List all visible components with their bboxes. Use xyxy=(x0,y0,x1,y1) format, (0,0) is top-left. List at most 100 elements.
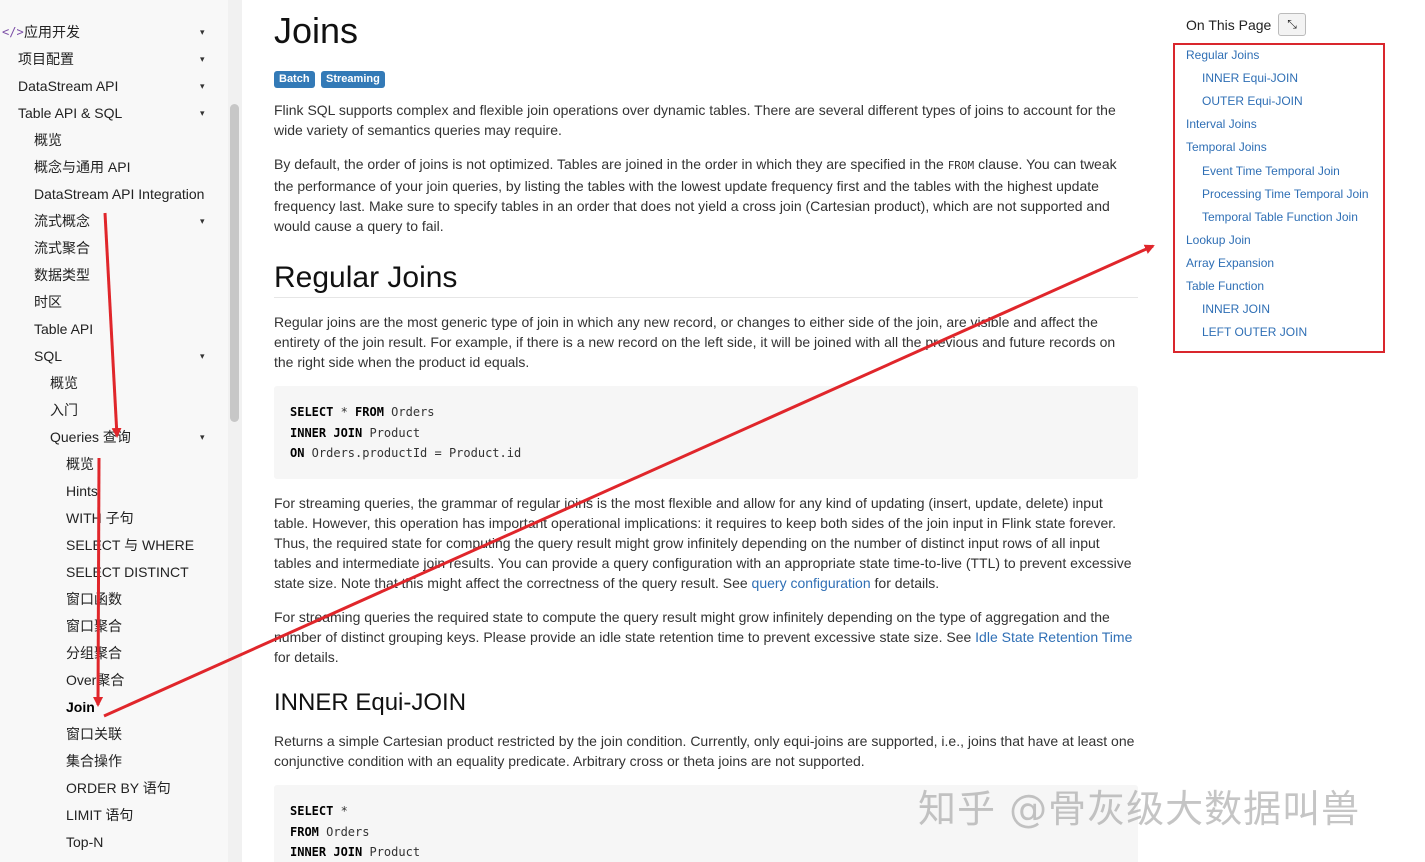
code-line: INNER JOIN Product xyxy=(290,845,421,859)
chevron-down-icon[interactable]: ▾ xyxy=(200,424,205,451)
idle-state-retention-link[interactable]: Idle State Retention Time xyxy=(975,629,1132,645)
toc-collapse-toggle[interactable]: ⤡ xyxy=(1278,13,1306,36)
sidebar-item[interactable]: SQL ▾ xyxy=(0,343,228,370)
sidebar-item[interactable]: 窗口关联 xyxy=(0,721,228,748)
sidebar-item-label: ORDER BY 语句 xyxy=(66,780,171,796)
sidebar-item-label: LIMIT 语句 xyxy=(66,807,134,823)
sidebar-item-label: 窗口关联 xyxy=(66,726,122,742)
toc-link[interactable]: INNER JOIN xyxy=(1202,301,1270,317)
sidebar-nav: </> 应用开发 ▾ 项目配置 ▾ DataStream API ▾ Table API & … xyxy=(0,0,228,862)
intro-paragraph-1: Flink SQL supports complex and flexible … xyxy=(274,102,1116,138)
toc-link[interactable]: Temporal Joins xyxy=(1186,139,1267,155)
inner-equi-join-paragraph: Returns a simple Cartesian product restr… xyxy=(274,733,1135,769)
toc-link[interactable]: Array Expansion xyxy=(1186,255,1274,271)
main-content: Joins Batch Streaming Flink SQL supports… xyxy=(274,0,1140,862)
toc-link[interactable]: Event Time Temporal Join xyxy=(1202,163,1340,179)
sidebar-item-label: 概览 xyxy=(66,456,94,472)
sidebar-item[interactable]: 概览 xyxy=(0,451,228,478)
sidebar-item[interactable]: Over聚合 xyxy=(0,667,228,694)
chevron-down-icon[interactable]: ▾ xyxy=(200,46,205,73)
toc-link[interactable]: Temporal Table Function Join xyxy=(1202,209,1358,225)
sidebar-item-label: Join xyxy=(66,699,95,715)
toc-link[interactable]: INNER Equi-JOIN xyxy=(1202,70,1298,86)
sidebar-item[interactable]: 概念与通用 API xyxy=(0,154,228,181)
sidebar-item[interactable]: 分组聚合 xyxy=(0,640,228,667)
regular-p3-text-b: for details. xyxy=(274,649,339,665)
streaming-badge: Streaming xyxy=(321,71,385,88)
watermark: 知乎 @骨灰级大数据叫兽 xyxy=(918,787,1361,831)
sidebar-item[interactable]: LIMIT 语句 xyxy=(0,802,228,829)
sidebar-item[interactable]: 窗口聚合 xyxy=(0,613,228,640)
sidebar-item-label: DataStream API Integration xyxy=(34,186,205,202)
sidebar-item[interactable]: Hints xyxy=(0,478,228,505)
sidebar-item[interactable]: 概览 xyxy=(0,370,228,397)
sidebar-item[interactable]: 窗口函数 xyxy=(0,586,228,613)
code-line: FROM Orders xyxy=(290,824,370,839)
intro-paragraph-2: By default, the order of joins is not op… xyxy=(274,154,1138,236)
toc-link[interactable]: Lookup Join xyxy=(1186,232,1251,248)
sidebar-item[interactable]: Table API xyxy=(0,316,228,343)
code-block-regular-join: SELECT * FROM Orders INNER JOIN Product … xyxy=(274,386,1138,479)
sidebar-item-label: DataStream API xyxy=(18,78,119,94)
chevron-down-icon[interactable]: ▾ xyxy=(200,19,205,46)
sidebar-item-label: Queries 查询 xyxy=(50,429,131,445)
toc-link[interactable]: Interval Joins xyxy=(1186,116,1257,132)
from-code: FROM xyxy=(947,159,975,172)
sidebar-item[interactable]: 流式概念 ▾ xyxy=(0,208,228,235)
sidebar-item-label: SELECT 与 WHERE xyxy=(66,537,195,553)
chevron-down-icon[interactable]: ▾ xyxy=(200,73,205,100)
sidebar-item[interactable]: 入门 xyxy=(0,397,228,424)
sidebar-item-label: 项目配置 xyxy=(18,51,74,67)
code-line: ON Orders.productId = Product.id xyxy=(290,446,522,460)
toc-link[interactable]: Regular Joins xyxy=(1186,47,1259,63)
toc-link[interactable]: OUTER Equi-JOIN xyxy=(1202,93,1303,109)
code-icon: </> xyxy=(2,25,24,39)
sidebar-item-label: 集合操作 xyxy=(66,753,122,769)
sidebar-item[interactable]: 项目配置 ▾ xyxy=(0,46,228,73)
sidebar-scrollbar-thumb[interactable] xyxy=(230,104,239,422)
sidebar-item-label: Top-N xyxy=(66,834,104,850)
sidebar-item[interactable]: Join xyxy=(0,694,228,721)
sidebar-item[interactable]: Table API & SQL ▾ xyxy=(0,100,228,127)
toc-title: On This Page xyxy=(1186,17,1272,33)
sidebar-item[interactable]: SELECT 与 WHERE xyxy=(0,532,228,559)
sidebar-item[interactable]: DataStream API ▾ xyxy=(0,73,228,100)
regular-p2-text-b: for details. xyxy=(870,575,940,591)
sidebar-item-label: SELECT DISTINCT xyxy=(66,564,189,580)
code-line: SELECT * xyxy=(290,804,348,818)
sidebar-item[interactable]: Queries 查询 ▾ xyxy=(0,424,228,451)
sidebar-item-label: Hints xyxy=(66,483,98,499)
sidebar-item[interactable]: WITH 子句 xyxy=(0,505,228,532)
sidebar-item[interactable]: SELECT DISTINCT xyxy=(0,559,228,586)
sidebar-item-label: 数据类型 xyxy=(34,267,90,283)
regular-joins-paragraph-1: Regular joins are the most generic type … xyxy=(274,314,1116,370)
sidebar-item[interactable]: 集合操作 xyxy=(0,748,228,775)
sidebar-item[interactable]: Top-N xyxy=(0,829,228,856)
inner-equi-join-heading: INNER Equi-JOIN xyxy=(274,689,467,716)
intro-text-a: By default, the order of joins is not op… xyxy=(274,156,948,172)
sidebar-item[interactable]: 流式聚合 xyxy=(0,235,228,262)
sidebar-item-label: Over聚合 xyxy=(66,672,125,688)
sidebar-item[interactable]: DataStream API Integration xyxy=(0,181,228,208)
sidebar-item[interactable]: 概览 xyxy=(0,127,228,154)
regular-p2-text-a: For streaming queries, the grammar of re… xyxy=(274,495,1132,591)
toc-link[interactable]: LEFT OUTER JOIN xyxy=(1202,324,1307,340)
sidebar-item[interactable]: 数据类型 xyxy=(0,262,228,289)
sidebar-item[interactable]: 时区 xyxy=(0,289,228,316)
toc-link[interactable]: Processing Time Temporal Join xyxy=(1202,186,1369,202)
sidebar-item[interactable]: ORDER BY 语句 xyxy=(0,775,228,802)
query-configuration-link[interactable]: query configuration xyxy=(752,575,871,591)
badge-group: Batch Streaming xyxy=(274,69,387,88)
toc-link[interactable]: Table Function xyxy=(1186,278,1264,294)
sidebar-item-label: Table API xyxy=(34,321,94,337)
sidebar-item[interactable]: </> 应用开发 ▾ xyxy=(0,19,228,46)
chevron-down-icon[interactable]: ▾ xyxy=(200,208,205,235)
chevron-down-icon[interactable]: ▾ xyxy=(200,343,205,370)
sidebar-item-label: WITH 子句 xyxy=(66,510,134,526)
sidebar-item-label: 应用开发 xyxy=(24,24,80,40)
page-title: Joins xyxy=(274,10,359,51)
sidebar-item-label: 分组聚合 xyxy=(66,645,122,661)
sidebar-item-label: 概览 xyxy=(34,132,62,148)
sidebar-item-label: 流式聚合 xyxy=(34,240,90,256)
chevron-down-icon[interactable]: ▾ xyxy=(200,100,205,127)
